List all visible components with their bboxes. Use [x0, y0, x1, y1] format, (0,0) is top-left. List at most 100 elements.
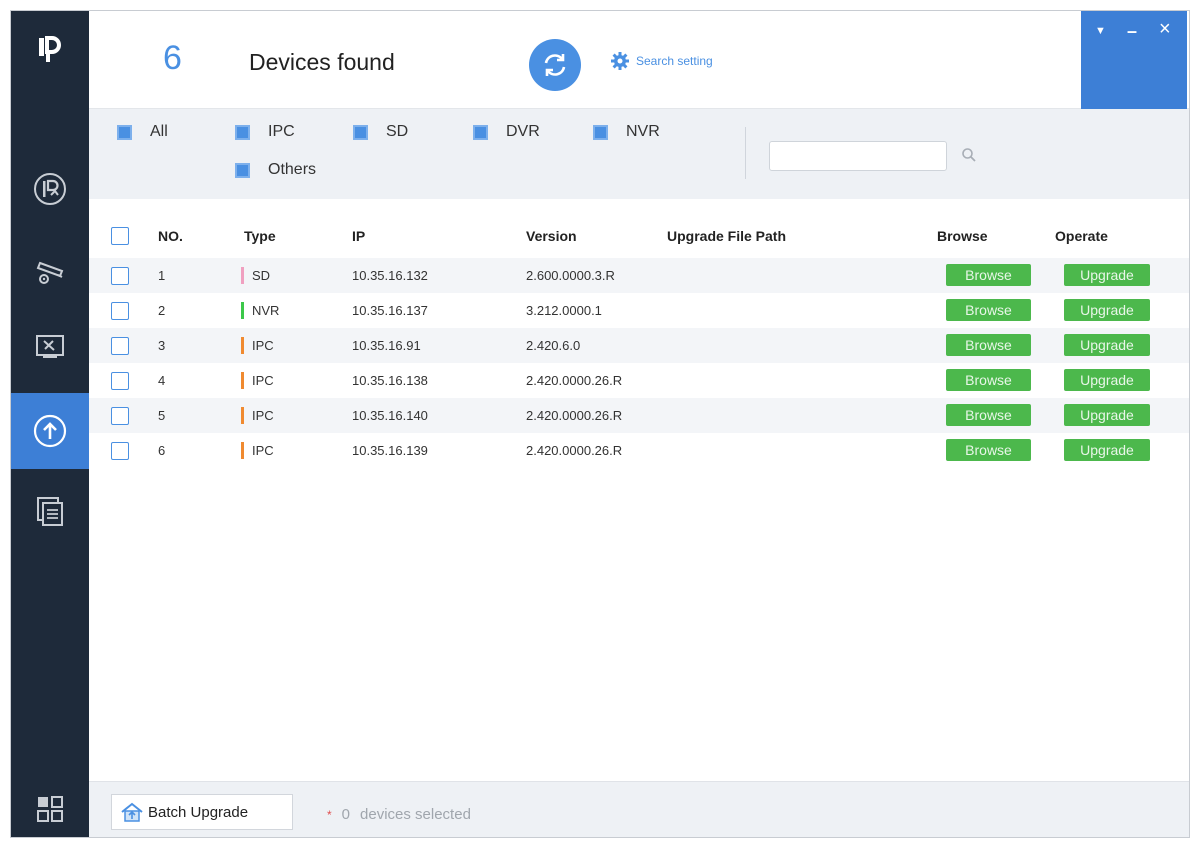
batch-upgrade-button[interactable]: Batch Upgrade: [111, 794, 293, 830]
row-type: IPC: [252, 338, 274, 353]
row-no: 3: [158, 338, 166, 353]
menu-button[interactable]: ▼: [1095, 23, 1106, 39]
selected-count: 0: [341, 806, 351, 823]
filter-dvr-label: DVR: [506, 123, 540, 140]
upgrade-icon: [33, 414, 67, 448]
devices-found-label: Devices found: [249, 49, 395, 75]
sidebar-item-system-tools[interactable]: [11, 309, 89, 385]
col-version: Version: [526, 228, 577, 244]
filter-nvr-label: NVR: [626, 123, 660, 140]
grid-icon: [37, 796, 63, 822]
row-checkbox[interactable]: [111, 336, 129, 355]
sidebar-item-more[interactable]: [11, 771, 89, 842]
batch-upgrade-label: Batch Upgrade: [148, 803, 249, 821]
filter-nvr-checkbox[interactable]: [593, 124, 608, 140]
row-version: 2.600.0000.3.R: [526, 268, 615, 283]
table-row[interactable]: 5 IPC 10.35.16.140 2.420.0000.26.R Brows…: [89, 398, 1189, 433]
type-color-bar: [241, 267, 244, 284]
row-checkbox[interactable]: [111, 441, 129, 460]
row-version: 2.420.0000.26.R: [526, 373, 623, 388]
browse-button[interactable]: Browse: [946, 439, 1031, 461]
upgrade-button[interactable]: Upgrade: [1064, 439, 1150, 461]
filter-ipc-checkbox[interactable]: [235, 124, 250, 140]
filter-ipc[interactable]: IPC: [235, 123, 295, 141]
row-checkbox[interactable]: [111, 266, 129, 285]
row-ip: 10.35.16.140: [352, 408, 428, 423]
sidebar-item-upgrade[interactable]: [11, 393, 89, 469]
browse-button[interactable]: Browse: [946, 334, 1031, 356]
table-row[interactable]: 6 IPC 10.35.16.139 2.420.0000.26.R Brows…: [89, 433, 1189, 468]
filter-sd-checkbox[interactable]: [353, 124, 368, 140]
select-all-checkbox[interactable]: [111, 227, 129, 245]
row-checkbox[interactable]: [111, 301, 129, 320]
col-ip: IP: [352, 228, 366, 244]
row-type: IPC: [252, 443, 274, 458]
tools-icon: [36, 335, 64, 358]
sidebar-item-ip-search[interactable]: [11, 151, 89, 227]
row-type: IPC: [252, 373, 274, 388]
row-checkbox[interactable]: [111, 406, 129, 425]
sidebar-item-documents[interactable]: [11, 473, 89, 549]
browse-button[interactable]: Browse: [946, 299, 1031, 321]
filter-nvr[interactable]: NVR: [593, 123, 660, 141]
upgrade-button[interactable]: Upgrade: [1064, 299, 1150, 321]
refresh-button[interactable]: [529, 39, 581, 91]
row-type: NVR: [252, 303, 280, 318]
row-ip: 10.35.16.139: [352, 443, 428, 458]
row-ip: 10.35.16.91: [352, 338, 421, 353]
filter-bar: All IPC SD DVR NVR Others: [89, 109, 1189, 199]
filter-dvr-checkbox[interactable]: [473, 124, 488, 140]
browse-button[interactable]: Browse: [946, 404, 1031, 426]
window-controls: ▼ – ×: [1081, 11, 1187, 109]
filter-all-checkbox[interactable]: [117, 124, 132, 140]
row-type: IPC: [252, 408, 274, 423]
row-ip: 10.35.16.132: [352, 268, 428, 283]
ip-icon: [34, 173, 66, 205]
search-setting-button[interactable]: Search setting: [610, 51, 713, 71]
table-row[interactable]: 4 IPC 10.35.16.138 2.420.0000.26.R Brows…: [89, 363, 1189, 398]
filter-dvr[interactable]: DVR: [473, 123, 540, 141]
row-version: 2.420.0000.26.R: [526, 408, 623, 423]
filter-all[interactable]: All: [117, 123, 168, 141]
table-row[interactable]: 2 NVR 10.35.16.137 3.212.0000.1 Browse U…: [89, 293, 1189, 328]
type-color-bar: [241, 372, 244, 389]
upgrade-button[interactable]: Upgrade: [1064, 369, 1150, 391]
filter-sd[interactable]: SD: [353, 123, 408, 141]
table-row[interactable]: 3 IPC 10.35.16.91 2.420.6.0 Browse Upgra…: [89, 328, 1189, 363]
row-version: 3.212.0000.1: [526, 303, 602, 318]
app-window: 6 Devices found Search setting ▼ – × All…: [10, 10, 1190, 838]
table-row[interactable]: 1 SD 10.35.16.132 2.600.0000.3.R Browse …: [89, 258, 1189, 293]
minimize-button[interactable]: –: [1127, 22, 1137, 40]
row-version: 2.420.6.0: [526, 338, 581, 353]
row-no: 5: [158, 408, 166, 423]
filter-ipc-label: IPC: [268, 123, 295, 140]
upgrade-button[interactable]: Upgrade: [1064, 264, 1150, 286]
type-color-bar: [241, 302, 244, 319]
row-no: 1: [158, 268, 166, 283]
close-button[interactable]: ×: [1159, 19, 1171, 39]
search-button[interactable]: [961, 147, 977, 168]
sidebar-item-device-config[interactable]: [11, 233, 89, 309]
upgrade-button[interactable]: Upgrade: [1064, 334, 1150, 356]
selected-label: devices selected: [360, 806, 471, 823]
upgrade-button[interactable]: Upgrade: [1064, 404, 1150, 426]
filter-others-label: Others: [268, 161, 317, 178]
type-color-bar: [241, 407, 244, 424]
browse-button[interactable]: Browse: [946, 369, 1031, 391]
col-no: NO.: [158, 228, 183, 244]
search-input[interactable]: [770, 142, 946, 170]
device-count: 6: [163, 39, 182, 77]
col-operate: Operate: [1055, 228, 1108, 244]
header: 6 Devices found Search setting ▼ – ×: [89, 11, 1189, 109]
filter-others[interactable]: Others: [235, 161, 316, 179]
row-no: 6: [158, 443, 166, 458]
row-checkbox[interactable]: [111, 371, 129, 390]
sidebar: [11, 11, 89, 837]
filter-others-checkbox[interactable]: [235, 162, 250, 178]
app-logo: [11, 29, 89, 69]
browse-button[interactable]: Browse: [946, 264, 1031, 286]
selection-info: * 0 devices selected: [327, 806, 471, 823]
row-type: SD: [252, 268, 271, 283]
table-header: NO. Type IP Version Upgrade File Path Br…: [89, 219, 1189, 253]
type-color-bar: [241, 337, 244, 354]
